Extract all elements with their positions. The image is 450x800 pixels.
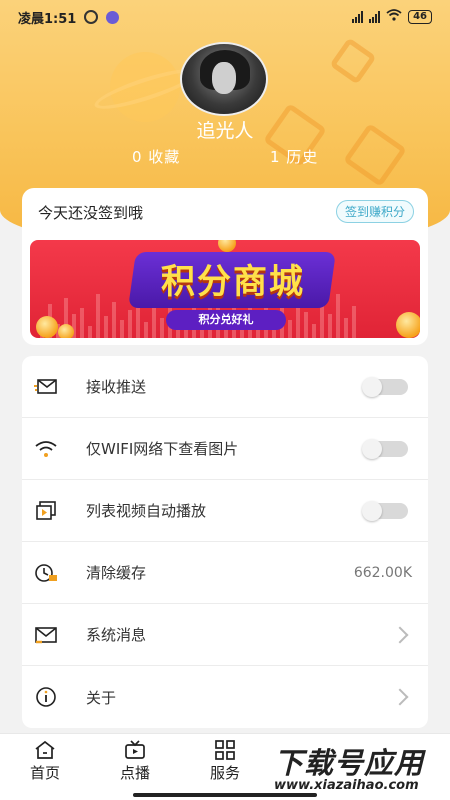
signal-icon [352,11,364,23]
setting-row-wifi-images[interactable]: 仅WIFI网络下查看图片 [22,418,428,480]
history-count[interactable]: 1 历史 [270,146,318,167]
setting-label: 清除缓存 [86,564,147,582]
favorites-count[interactable]: 0 收藏 [132,146,180,167]
message-icon [34,375,58,399]
tab-label: 服务 [209,764,240,782]
settings-list: 接收推送 仅WIFI网络下查看图片 列表视频自动播放 清除缓存 662.00K … [22,356,428,728]
sign-in-card: 今天还没签到哦 签到赚积分 积分商城 积分兑好礼 [22,188,428,345]
points-mall-banner[interactable]: 积分商城 积分兑好礼 [30,240,420,338]
download-icon [106,10,120,24]
wifi-icon [34,437,58,461]
grid-icon [214,740,236,760]
setting-row-push[interactable]: 接收推送 [22,356,428,418]
setting-label: 仅WIFI网络下查看图片 [86,440,239,458]
home-icon [34,740,56,760]
chevron-right-icon [391,688,409,706]
status-time: 凌晨1:51 [18,11,77,27]
coin-decoration [58,324,74,338]
cache-size: 662.00K [353,564,412,581]
sign-in-prompt: 今天还没签到哦 [38,204,144,222]
setting-label: 接收推送 [86,378,147,396]
setting-row-system-messages[interactable]: 系统消息 [22,604,428,666]
battery-indicator: 46 [408,10,432,24]
setting-row-autoplay[interactable]: 列表视频自动播放 [22,480,428,542]
alarm-icon [84,10,99,24]
watermark-title: 下载号应用 [274,746,425,780]
push-toggle[interactable] [362,376,408,397]
avatar[interactable] [180,42,268,116]
status-bar: 凌晨1:51 46 [0,0,450,34]
setting-label: 列表视频自动播放 [86,502,207,520]
wifi-status-icon [386,9,402,25]
banner-title: 积分商城 [161,262,305,302]
tab-label: 点播 [119,764,150,782]
avatar-face [212,62,236,94]
video-play-icon [34,499,58,523]
tab-home[interactable]: 首页 [0,734,90,800]
watermark-url: www.xiazaihao.com [274,778,419,793]
chevron-right-icon [391,626,409,643]
autoplay-toggle[interactable] [362,500,408,521]
tab-services[interactable]: 服务 [180,734,270,800]
block-decoration [329,37,377,85]
watermark: 下载号应用 www.xiazaihao.com [268,740,450,800]
signal-icon [369,11,381,23]
setting-row-about[interactable]: 关于 [22,666,428,728]
setting-row-clear-cache[interactable]: 清除缓存 662.00K [22,542,428,604]
clock-clear-icon [34,561,58,585]
banner-subtitle: 积分兑好礼 [166,310,286,330]
coin-decoration [218,240,236,252]
mail-icon [34,623,58,647]
wifi-images-toggle[interactable] [362,438,408,459]
tab-label: 首页 [29,764,60,782]
setting-label: 系统消息 [86,626,147,644]
sign-in-button[interactable]: 签到赚积分 [335,200,414,223]
tv-icon [124,740,146,760]
setting-label: 关于 [86,688,117,707]
coin-decoration [36,316,58,338]
home-indicator[interactable] [133,793,317,797]
username[interactable]: 追光人 [0,116,450,143]
tab-on-demand[interactable]: 点播 [90,734,180,800]
coin-decoration [396,312,420,338]
info-icon [34,685,58,709]
